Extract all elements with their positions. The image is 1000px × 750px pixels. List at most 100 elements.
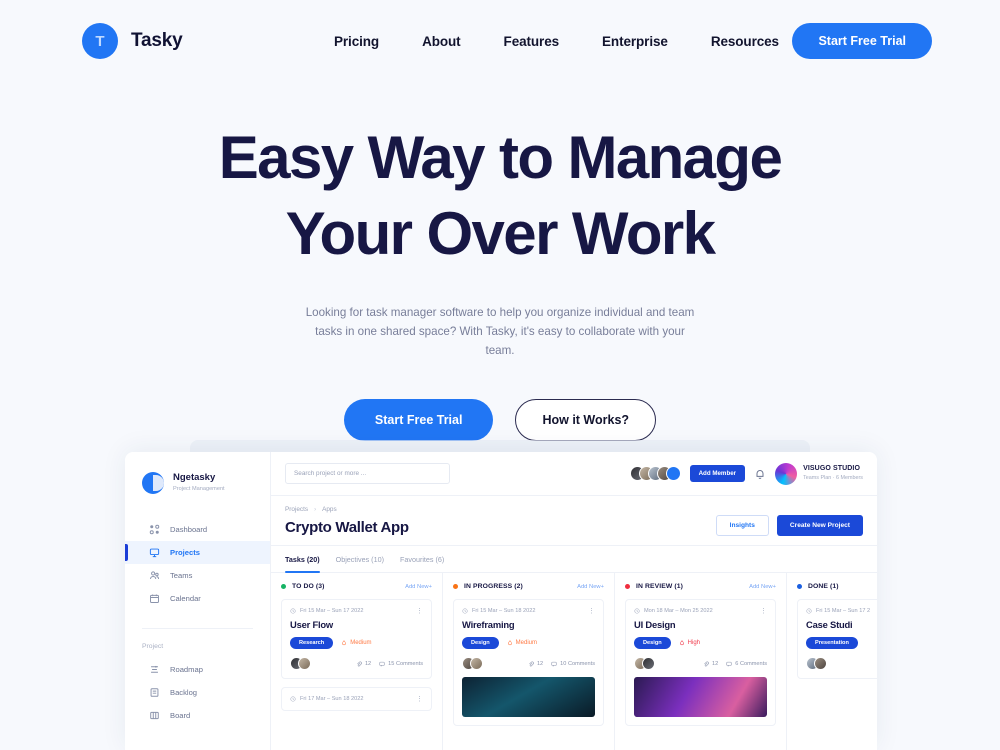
sidebar-item-label: Board — [170, 711, 191, 720]
create-new-project-button[interactable]: Create New Project — [776, 515, 863, 536]
tab-favourites[interactable]: Favourites (6) — [400, 555, 444, 572]
card-date: Fri 15 Mar – Sun 18 2022 — [472, 608, 536, 614]
kanban-column-in-progress: IN PROGRESS (2) Add New+ Fri 15 Mar – Su… — [443, 573, 615, 750]
card-priority-label: High — [687, 640, 700, 646]
avatar — [642, 657, 655, 670]
sidebar-item-teams[interactable]: Teams — [125, 564, 270, 587]
sidebar-item-dashboard[interactable]: Dashboard — [125, 518, 270, 541]
insights-button[interactable]: Insights — [715, 515, 769, 536]
nav-item-features[interactable]: Features — [504, 34, 560, 49]
breadcrumb-current[interactable]: Apps — [322, 506, 337, 513]
card-menu-icon[interactable]: ⋮ — [416, 608, 423, 615]
tab-tasks[interactable]: Tasks (20) — [285, 555, 320, 573]
card-title: Wireframing — [462, 619, 515, 630]
comment-count: 6 Comments — [726, 661, 767, 667]
page-title: Crypto Wallet App — [285, 519, 409, 536]
sidebar-item-label: Roadmap — [170, 665, 203, 674]
teams-icon — [149, 570, 160, 581]
sidebar-item-projects[interactable]: Projects — [125, 541, 270, 564]
column-header: IN REVIEW (1) Add New+ — [625, 583, 776, 590]
brand-logo[interactable]: T Tasky — [82, 23, 183, 59]
card-menu-icon[interactable]: ⋮ — [588, 608, 595, 615]
column-title: IN PROGRESS (2) — [464, 583, 523, 590]
card-footer: 12 6 Comments — [634, 657, 767, 670]
nav-item-resources[interactable]: Resources — [711, 34, 779, 49]
task-card[interactable]: Fri 15 Mar – Sun 18 2022 ⋮ Wireframing D… — [453, 599, 604, 726]
search-input[interactable]: Search project or more ... — [285, 463, 450, 484]
comment-count-label: 15 Comments — [388, 660, 423, 667]
card-date: Fri 17 Mar – Sun 18 2022 — [300, 696, 364, 702]
add-new-link[interactable]: Add New+ — [577, 584, 604, 590]
attachment-count-label: 12 — [712, 660, 719, 667]
attachment-count-label: 12 — [364, 660, 372, 667]
card-meta: Research Medium — [290, 637, 423, 649]
sidebar-item-backlog[interactable]: Backlog — [125, 681, 270, 704]
bell-icon[interactable] — [754, 468, 766, 480]
avatar — [665, 466, 681, 481]
card-assignees — [290, 657, 311, 670]
header-start-free-trial-button[interactable]: Start Free Trial — [792, 23, 932, 59]
card-priority-label: Medium — [350, 640, 372, 646]
comment-icon — [726, 661, 732, 667]
card-tag: Research — [290, 637, 334, 649]
card-date: Mon 18 Mar – Mon 25 2022 — [644, 608, 713, 614]
sidebar-item-calendar[interactable]: Calendar — [125, 587, 270, 610]
kanban-column-done: DONE (1) Fri 15 Mar – Sun 17 2 Case Stud… — [787, 573, 877, 750]
kanban-board: TO DO (3) Add New+ Fri 15 Mar – Sun 17 2… — [271, 573, 877, 750]
nav-item-pricing[interactable]: Pricing — [334, 34, 379, 49]
hero-how-it-works-button[interactable]: How it Works? — [515, 399, 657, 441]
clock-icon — [290, 696, 296, 702]
breadcrumb-root[interactable]: Projects — [285, 506, 308, 513]
add-new-link[interactable]: Add New+ — [749, 584, 776, 590]
card-menu-icon[interactable]: ⋮ — [760, 608, 767, 615]
sidebar-project-nav: Roadmap Backlog Board — [125, 658, 270, 727]
org-logo-icon — [775, 462, 798, 485]
task-card[interactable]: Fri 15 Mar – Sun 17 2022 ⋮ User Flow Res… — [281, 599, 432, 679]
card-priority-label: Medium — [515, 640, 537, 646]
member-avatars[interactable] — [629, 466, 681, 481]
org-switcher[interactable]: VISUGO STUDIO Teams Plan · 6 Members — [775, 462, 863, 485]
nav-item-enterprise[interactable]: Enterprise — [602, 34, 668, 49]
sidebar-item-roadmap[interactable]: Roadmap — [125, 658, 270, 681]
comment-icon — [551, 661, 557, 667]
status-dot-icon — [625, 584, 630, 589]
column-header: DONE (1) — [797, 583, 877, 590]
avatar — [470, 657, 483, 670]
project-title-row: Projects › Apps Crypto Wallet App Insigh… — [271, 496, 877, 546]
column-header: IN PROGRESS (2) Add New+ — [453, 583, 604, 590]
site-header: T Tasky Pricing About Features Enterpris… — [0, 0, 1000, 82]
breadcrumb: Projects › Apps — [285, 506, 409, 513]
workspace-subtitle: Project Management — [173, 486, 225, 492]
add-member-button[interactable]: Add Member — [689, 465, 746, 482]
card-title: UI Design — [634, 619, 676, 630]
column-header: TO DO (3) Add New+ — [281, 583, 432, 590]
task-card[interactable]: Fri 17 Mar – Sun 18 2022 ⋮ — [281, 687, 432, 711]
hero-start-free-trial-button[interactable]: Start Free Trial — [343, 399, 494, 441]
sidebar-item-label: Projects — [170, 548, 200, 557]
add-new-link[interactable]: Add New+ — [405, 584, 432, 590]
comment-count: 15 Comments — [379, 661, 423, 667]
comment-count-label: 10 Comments — [560, 660, 595, 667]
card-tag: Presentation — [806, 637, 858, 649]
sidebar-main-nav: Dashboard Projects Teams Calendar — [125, 518, 270, 610]
app-mockup: Ngetasky Project Management Dashboard Pr… — [125, 452, 877, 750]
sidebar-item-label: Calendar — [170, 594, 201, 603]
tab-objectives[interactable]: Objectives (10) — [336, 555, 384, 572]
clock-icon — [462, 608, 468, 614]
org-name: VISUGO STUDIO — [803, 465, 860, 472]
backlog-icon — [149, 687, 160, 698]
nav-item-about[interactable]: About — [422, 34, 461, 49]
task-card[interactable]: Mon 18 Mar – Mon 25 2022 ⋮ UI Design Des… — [625, 599, 776, 726]
task-card[interactable]: Fri 15 Mar – Sun 17 2 Case Studi Present… — [797, 599, 877, 679]
sidebar-item-label: Backlog — [170, 688, 198, 697]
card-cover-image — [462, 677, 595, 717]
sidebar-item-board[interactable]: Board — [125, 704, 270, 727]
workspace-header[interactable]: Ngetasky Project Management — [125, 472, 270, 494]
card-tag: Design — [634, 637, 671, 649]
card-menu-icon[interactable]: ⋮ — [416, 696, 423, 703]
clock-icon — [290, 608, 296, 614]
app-topbar: Search project or more ... Add Member VI… — [271, 452, 877, 496]
paperclip-icon — [528, 661, 534, 667]
org-plan: Teams Plan · 6 Members — [803, 475, 863, 481]
flame-icon — [341, 640, 347, 646]
